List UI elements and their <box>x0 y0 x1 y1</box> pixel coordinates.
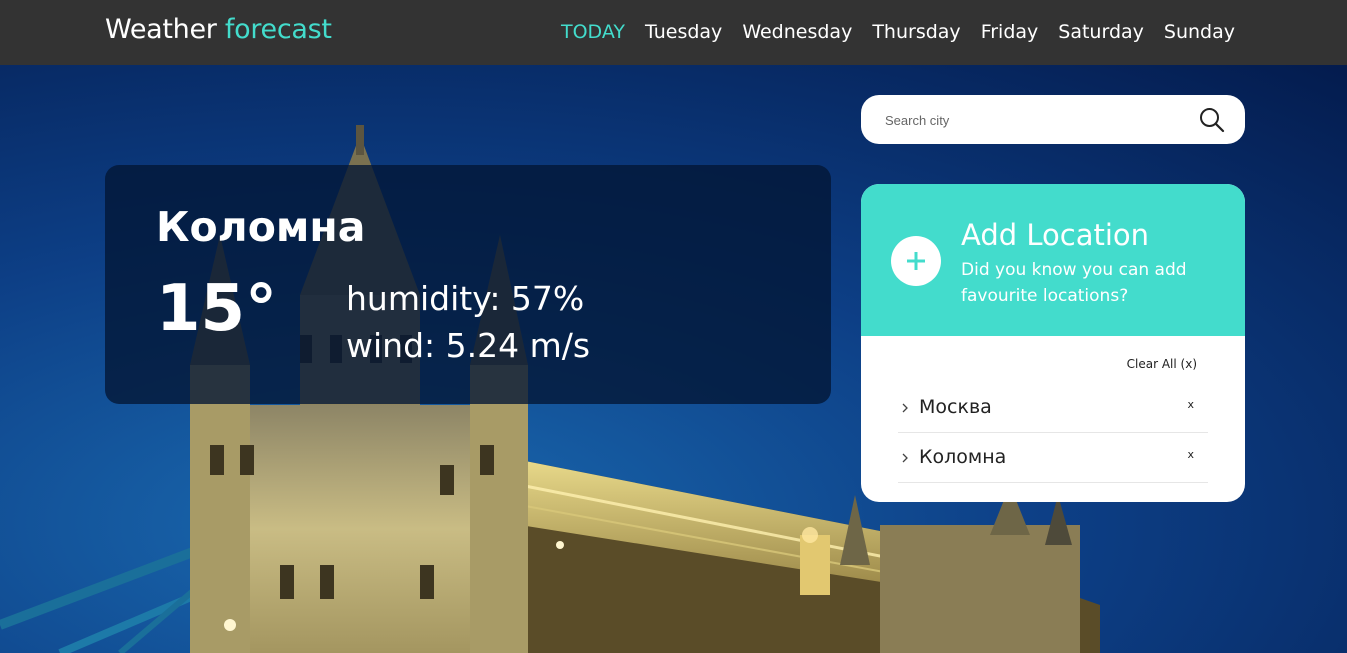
nav-wednesday[interactable]: Wednesday <box>742 21 852 43</box>
wind-value: wind: 5.24 m/s <box>346 326 591 365</box>
nav-thursday[interactable]: Thursday <box>872 21 960 43</box>
nav-today[interactable]: TODAY <box>561 21 625 43</box>
search-icon[interactable] <box>1199 107 1225 133</box>
nav-saturday[interactable]: Saturday <box>1058 21 1144 43</box>
site-logo[interactable]: Weather forecast <box>105 14 332 45</box>
weather-details: humidity: 57% wind: 5.24 m/s <box>346 275 590 369</box>
location-item[interactable]: Коломна x <box>898 433 1208 483</box>
brand-accent: forecast <box>224 14 332 45</box>
add-location-button[interactable] <box>891 236 941 286</box>
remove-location-button[interactable]: x <box>1187 398 1194 411</box>
temperature: 15° <box>156 272 278 346</box>
location-item[interactable]: Москва x <box>898 383 1208 433</box>
clear-all-button[interactable]: Clear All (x) <box>1127 357 1197 371</box>
location-name: Коломна <box>919 446 1007 468</box>
plus-icon <box>907 252 925 270</box>
add-location-subtitle: Did you know you can add favourite locat… <box>961 260 1187 306</box>
top-navigation-bar: Weather forecast TODAY Tuesday Wednesday… <box>0 0 1347 65</box>
current-weather-card: Коломна 15° humidity: 57% wind: 5.24 m/s <box>105 165 831 404</box>
search-input[interactable] <box>883 95 1187 146</box>
city-search-box <box>861 95 1245 146</box>
nav-friday[interactable]: Friday <box>981 21 1039 43</box>
chevron-right-icon <box>902 403 908 413</box>
chevron-right-icon <box>902 453 908 463</box>
favourite-locations-panel: Add Location Did you know you can add fa… <box>861 184 1245 502</box>
add-location-header: Add Location Did you know you can add fa… <box>861 184 1245 336</box>
brand-name: Weather <box>105 14 217 45</box>
nav-tuesday[interactable]: Tuesday <box>645 21 722 43</box>
humidity-value: humidity: 57% <box>346 279 585 318</box>
city-name: Коломна <box>156 203 366 251</box>
location-list: Москва x Коломна x <box>898 383 1208 483</box>
day-navigation: TODAY Tuesday Wednesday Thursday Friday … <box>561 21 1235 43</box>
nav-sunday[interactable]: Sunday <box>1164 21 1235 43</box>
location-name: Москва <box>919 396 992 418</box>
remove-location-button[interactable]: x <box>1187 448 1194 461</box>
add-location-title: Add Location <box>961 218 1150 252</box>
